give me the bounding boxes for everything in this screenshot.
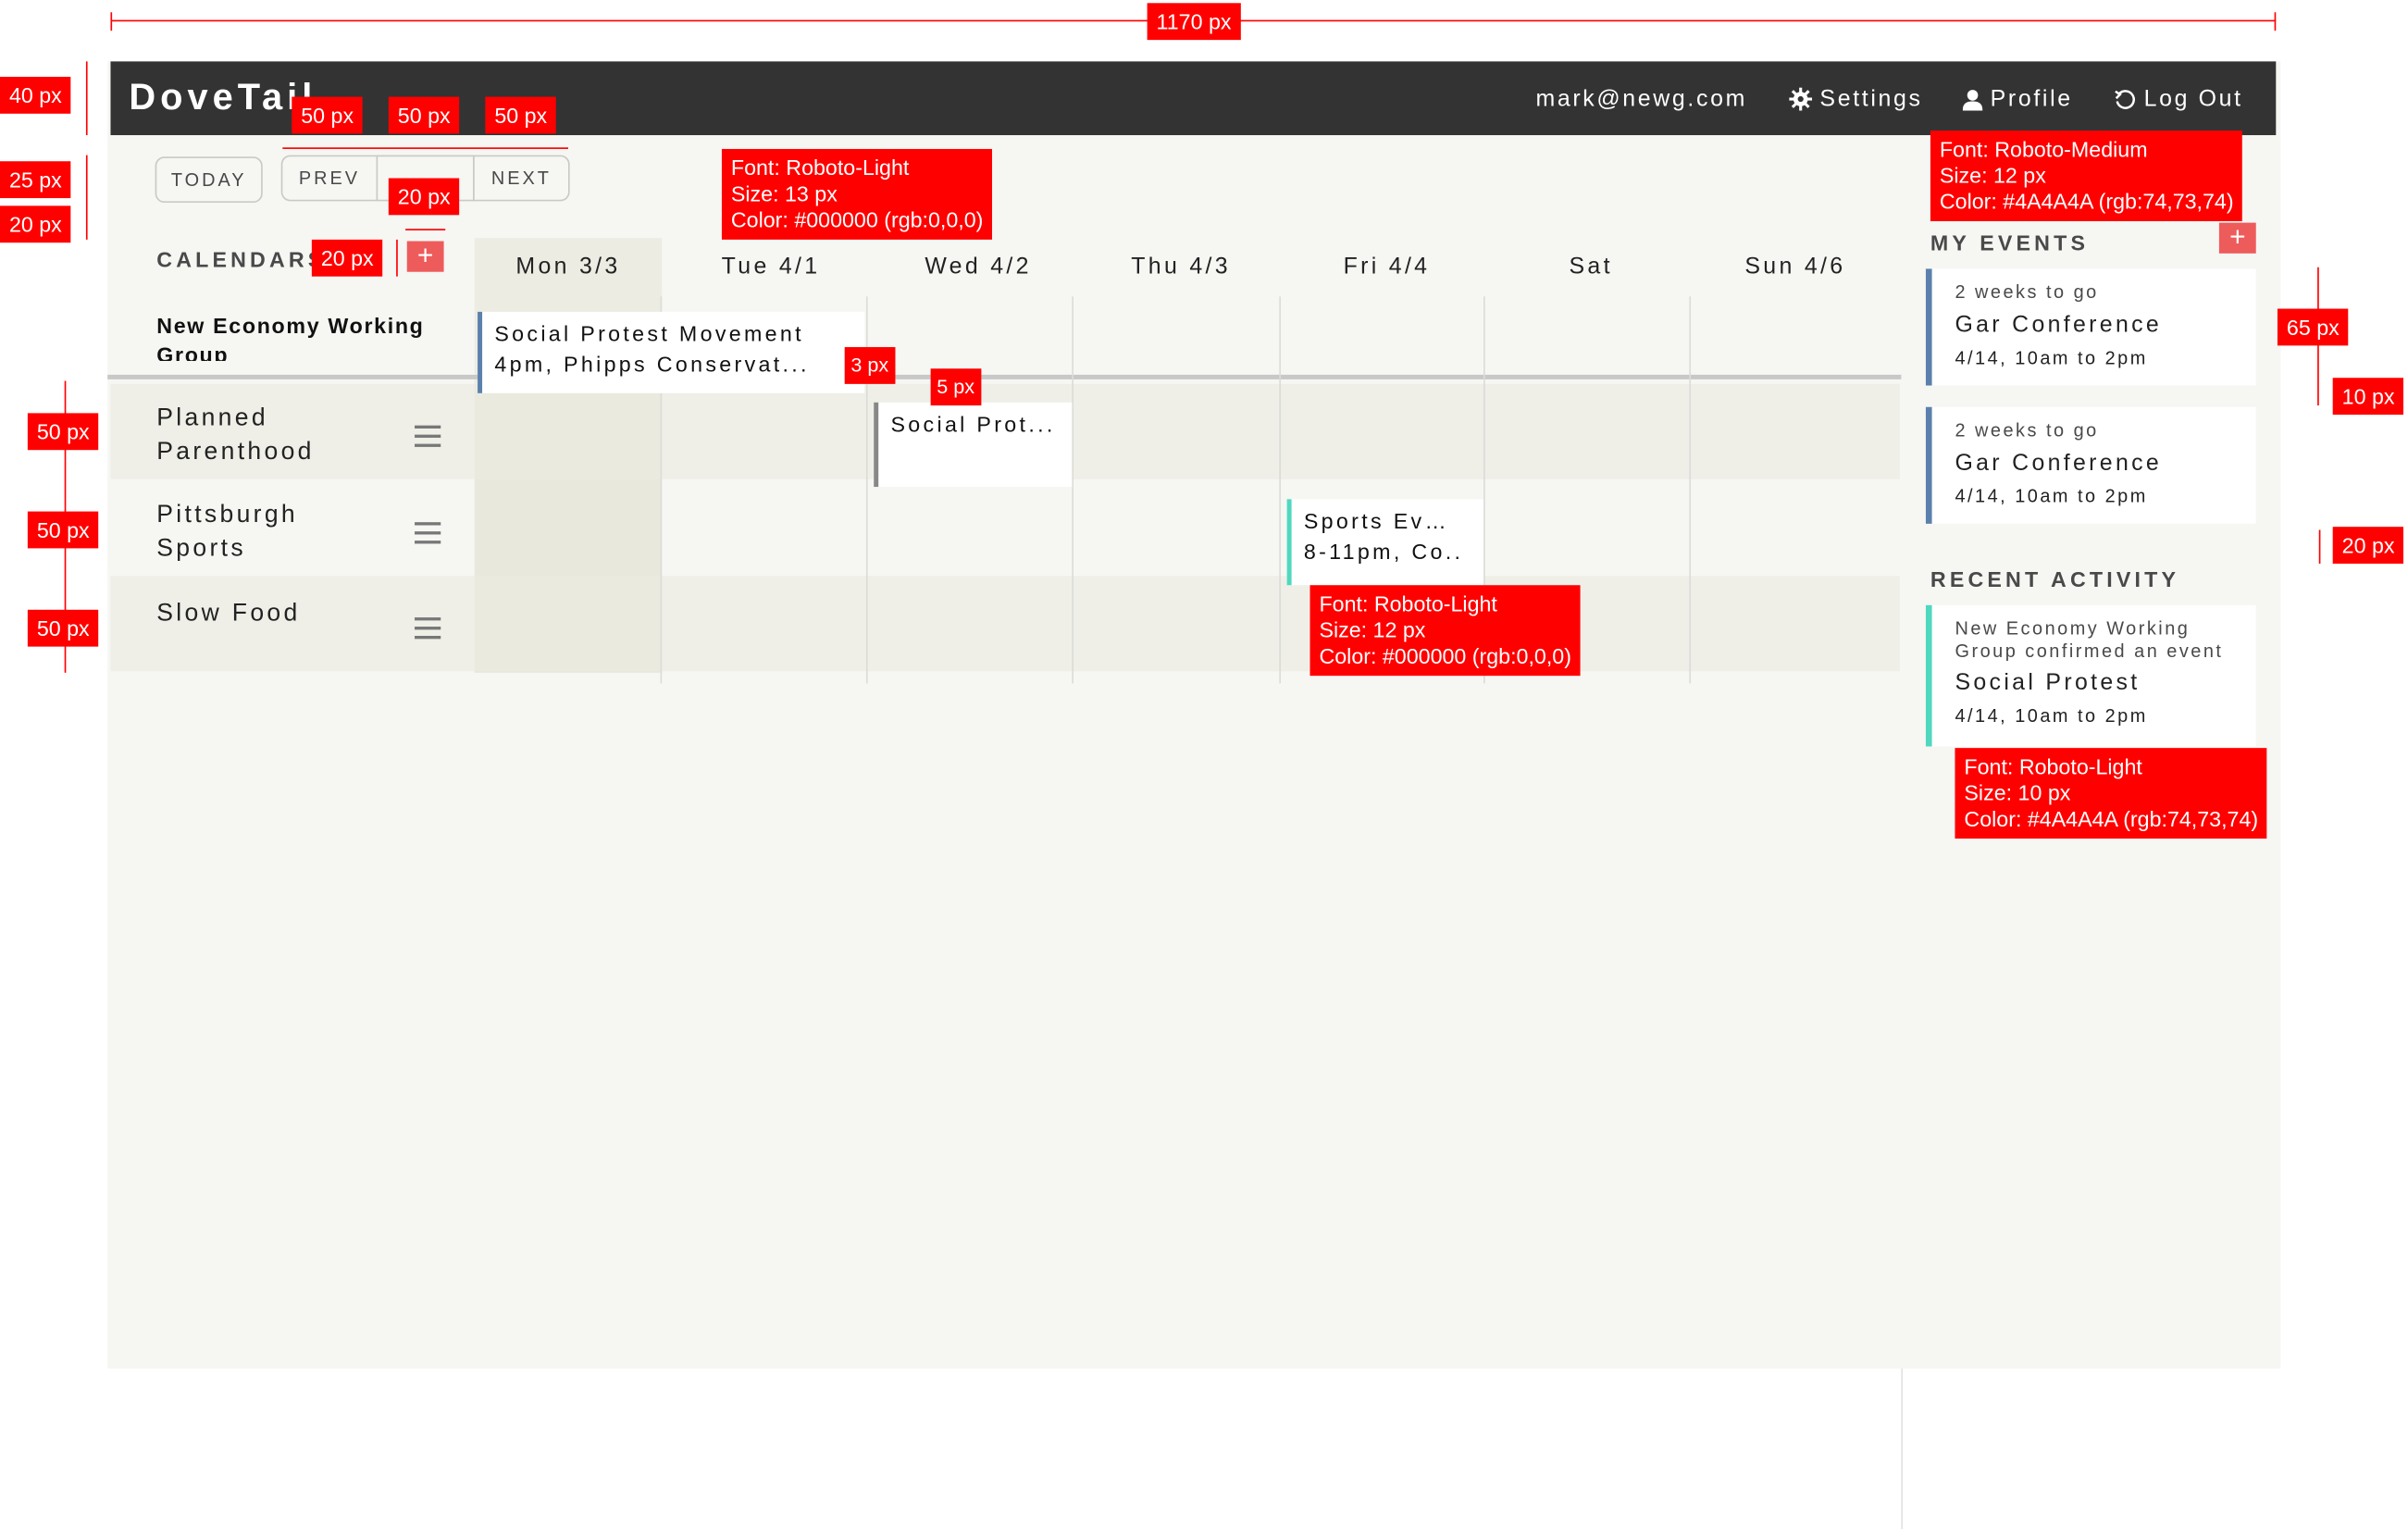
gear-icon (1789, 87, 1813, 111)
calendar-name: Slow Food (156, 600, 301, 628)
calendars-heading: CALENDARS (156, 247, 327, 272)
annotation-prev-width: 50 px (292, 96, 364, 134)
calendar-name: Pittsburgh Sports (156, 502, 299, 563)
user-icon (1962, 89, 1983, 110)
day-header-mon: Mon 3/3 (515, 253, 621, 280)
annotation-topbar-height: 40 px (0, 76, 71, 114)
today-column-overlay (474, 383, 663, 673)
profile-link[interactable]: Profile (1962, 85, 2073, 113)
event-title: Sports Ev… (1303, 508, 1450, 533)
settings-link[interactable]: Settings (1789, 86, 1922, 112)
logout-link[interactable]: Log Out (2115, 86, 2243, 112)
event-title: Social Protest Movement (494, 320, 804, 346)
calendar-name: Planned Parenthood (156, 405, 315, 466)
top-calendar-name[interactable]: New Economy Working Group (156, 312, 464, 361)
annotation-plus-height: 20 px (311, 239, 383, 277)
annotation-row3-height: 50 px (27, 609, 99, 647)
menu-icon[interactable] (415, 425, 441, 447)
calendar-row[interactable]: Pittsburgh Sports (110, 480, 1899, 576)
annotation-event-border: 3 px (844, 347, 895, 384)
grid-line (1279, 296, 1281, 684)
event-card[interactable]: Social Protest Movement 4pm, Phipps Cons… (478, 311, 865, 393)
measure-tick (110, 12, 113, 31)
annotation-font-heading: Font: Roboto-Medium Size: 12 px Color: #4A… (1930, 131, 2243, 221)
activity-title: Social Protest (1955, 669, 2141, 696)
annotation-section-gap: 20 px (2332, 527, 2404, 565)
divider (1901, 1368, 1904, 1529)
event-detail: 4pm, Phipps Conservat... (494, 352, 810, 377)
menu-icon[interactable] (415, 617, 441, 640)
event-countdown: 2 weeks to go (1955, 419, 2099, 441)
measure-line (85, 155, 88, 240)
prev-button[interactable]: PREV (280, 155, 379, 202)
grid-line (1072, 296, 1074, 684)
day-header-sat: Sat (1569, 253, 1613, 280)
event-time: 4/14, 10am to 2pm (1955, 485, 2148, 507)
day-header-fri: Fri 4/4 (1343, 253, 1431, 280)
measure-tick (2274, 12, 2277, 31)
today-button[interactable]: TODAY (155, 156, 263, 204)
event-countdown: 2 weeks to go (1955, 280, 2099, 303)
annotation-row2-height: 50 px (27, 511, 99, 549)
measure-line (405, 229, 446, 230)
annotation-font-activity: Font: Roboto-Light Size: 10 px Color: #4A4… (1955, 748, 2268, 839)
event-title: Gar Conference (1955, 311, 2163, 339)
measure-line (396, 239, 398, 277)
activity-description: New Economy Working Group confirmed an e… (1955, 617, 2224, 663)
calendar-row[interactable]: Slow Food (110, 576, 1900, 672)
page: DoveTail mark@newg.com Settings Profile (0, 0, 2408, 1529)
measure-line (2318, 529, 2321, 565)
day-header-tue: Tue 4/1 (721, 253, 821, 280)
activity-time: 4/14, 10am to 2pm (1955, 704, 2148, 727)
settings-label: Settings (1819, 85, 1923, 113)
current-time-line (107, 374, 1902, 379)
annotation-card-height: 65 px (2277, 308, 2349, 346)
measure-line (282, 147, 568, 149)
measure-line (85, 61, 88, 136)
annotation-next-width: 50 px (485, 96, 557, 134)
annotation-font-event: Font: Roboto-Light Size: 13 px Color: #000… (721, 148, 993, 240)
activity-card[interactable]: New Economy Working Group confirmed an e… (1925, 604, 2256, 747)
logout-label: Log Out (2143, 85, 2243, 113)
event-title: Gar Conference (1955, 450, 2163, 477)
logout-icon (2115, 89, 2135, 109)
logo[interactable]: DoveTail (129, 77, 317, 119)
annotation-event-gap: 5 px (930, 368, 981, 406)
annotation-row1-height: 50 px (27, 413, 99, 451)
event-title: Social Prot... (890, 411, 1056, 437)
annotation-button-height: 25 px (0, 161, 71, 199)
annotation-plus-width: 20 px (388, 178, 460, 216)
day-header-sun: Sun 4/6 (1744, 253, 1846, 280)
annotation-card-gap: 10 px (2332, 378, 2404, 416)
add-event-button[interactable]: + (2218, 222, 2256, 254)
annotation-width: 1170 px (1147, 3, 1241, 41)
event-card[interactable]: Sports Ev… 8-11pm, Co.. (1286, 499, 1484, 586)
my-events-heading: MY EVENTS (1930, 230, 2090, 255)
event-card[interactable]: Social Prot... (874, 402, 1073, 488)
my-event-card[interactable]: 2 weeks to go Gar Conference 4/14, 10am … (1925, 406, 2256, 524)
menu-icon[interactable] (415, 522, 441, 544)
grid-line (1689, 296, 1692, 684)
my-event-card[interactable]: 2 weeks to go Gar Conference 4/14, 10am … (1925, 268, 2256, 386)
annotation-mid-width: 50 px (388, 96, 460, 134)
next-button[interactable]: NEXT (473, 155, 570, 202)
event-detail: 8-11pm, Co.. (1303, 539, 1464, 565)
profile-label: Profile (1990, 85, 2073, 113)
day-header-wed: Wed 4/2 (925, 253, 1032, 280)
add-calendar-button[interactable]: + (406, 241, 444, 272)
user-email[interactable]: mark@newg.com (1535, 86, 1747, 112)
event-time: 4/14, 10am to 2pm (1955, 347, 2148, 369)
annotation-gap-height: 20 px (0, 205, 71, 243)
recent-activity-heading: RECENT ACTIVITY (1930, 566, 2180, 591)
annotation-font-event-small: Font: Roboto-Light Size: 12 px Color: #000… (1310, 585, 1581, 677)
day-header-thu: Thu 4/3 (1131, 253, 1231, 280)
